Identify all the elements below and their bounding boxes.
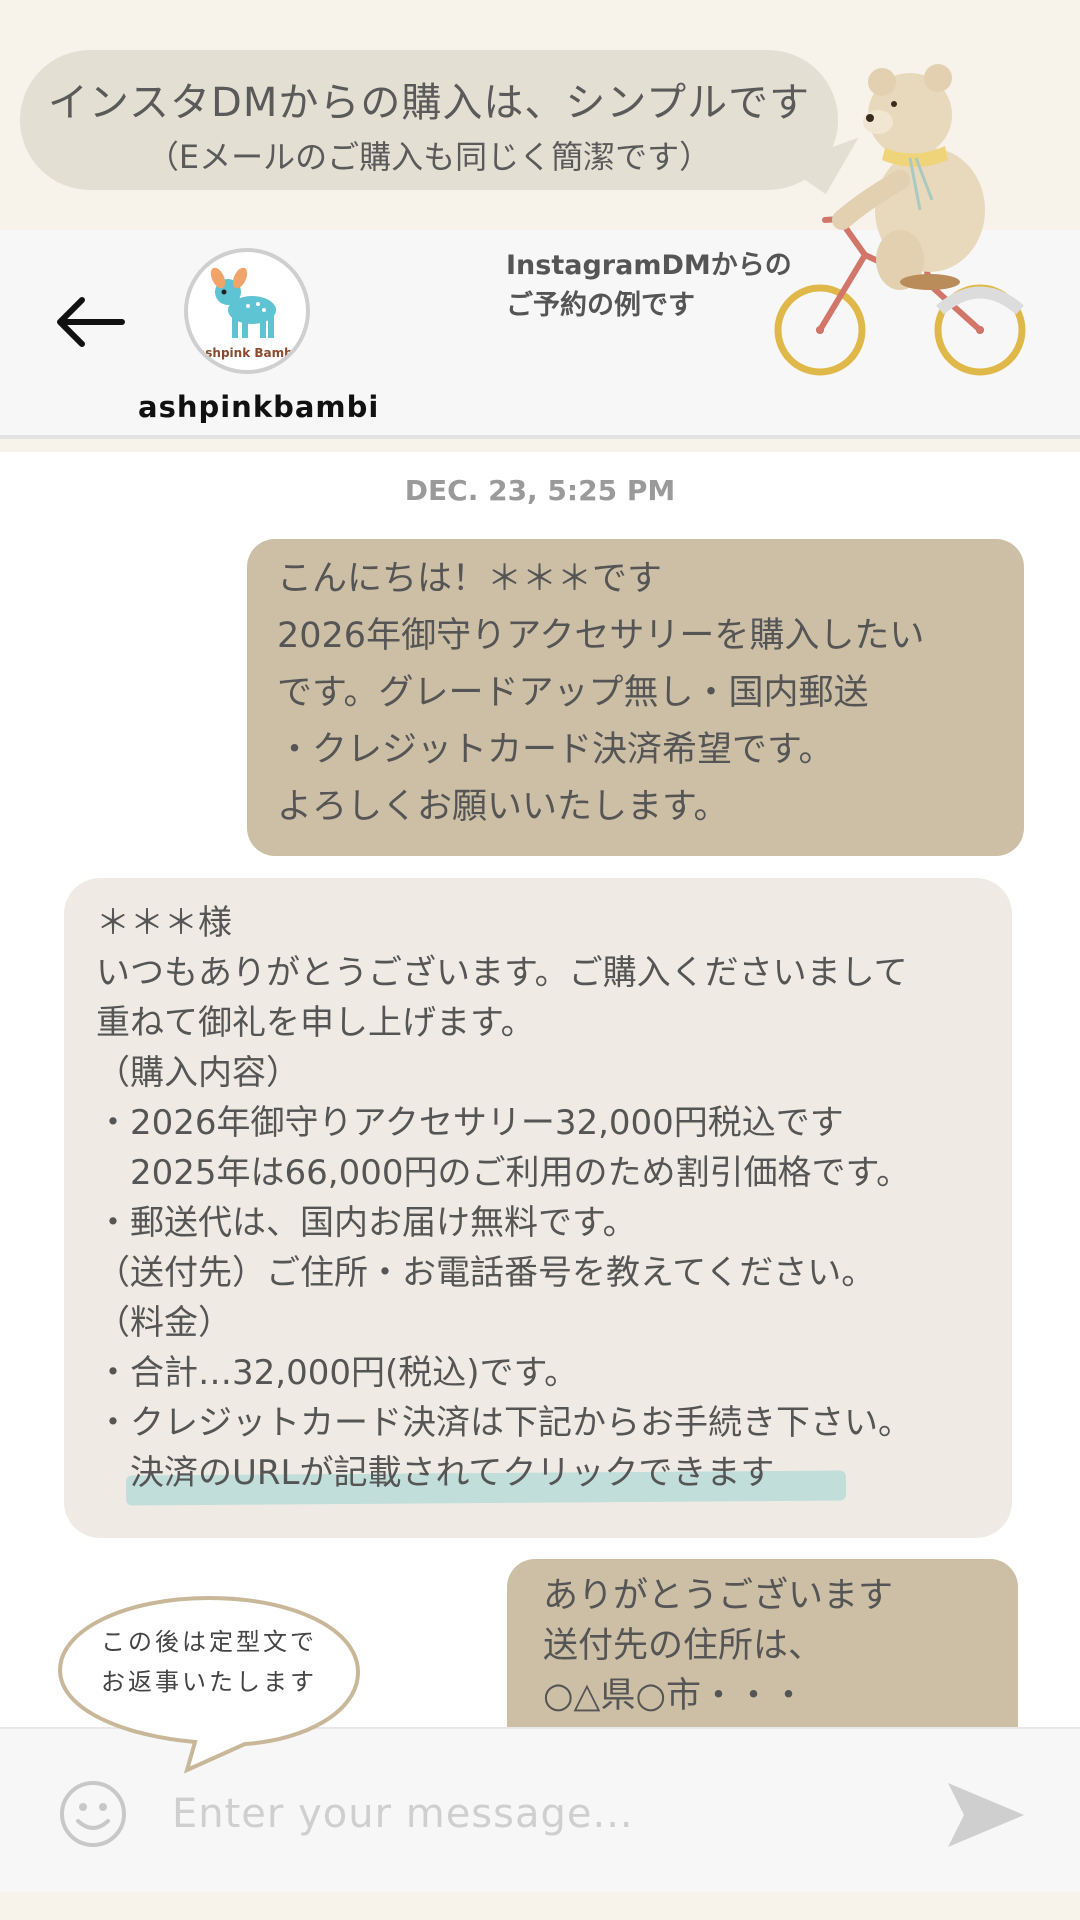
headline-subtext: （Eメールのご購入も同じく簡潔です） [146, 138, 712, 176]
example-note-line1: InstagramDMからの [506, 250, 792, 281]
bottom-strip [0, 1892, 1080, 1920]
headline-bubble: インスタDMからの購入は、シンプルです （Eメールのご購入も同じく簡潔です） [20, 50, 838, 190]
message-text: ありがとうございます 送付先の住所は、 ○△県○市・・・ [543, 1576, 894, 1716]
chat-thread[interactable]: DEC. 23, 5:25 PM こんにちは！＊＊＊です 2026年御守りアクセ… [0, 452, 1080, 1727]
username[interactable]: ashpinkbambi [138, 390, 379, 424]
avatar[interactable]: ashpink Bambi [184, 248, 310, 374]
avatar-caption: ashpink Bambi [197, 346, 297, 360]
back-arrow-icon[interactable] [52, 292, 132, 352]
message-timestamp: DEC. 23, 5:25 PM [404, 474, 676, 507]
teddy-bear-bicycle-illustration [774, 64, 1026, 376]
sent-message[interactable]: こんにちは！＊＊＊です 2026年御守りアクセサリーを購入したい です。グレード… [247, 539, 1024, 856]
sent-message[interactable]: ありがとうございます 送付先の住所は、 ○△県○市・・・ [507, 1559, 1018, 1727]
headline-text: インスタDMからの購入は、シンプルです [47, 80, 811, 126]
annotation-text: この後は定型文で お返事いたします [101, 1628, 317, 1696]
send-icon[interactable] [944, 1779, 1026, 1851]
message-text: ＊＊＊様 いつもありがとうございます。ご購入くださいまして 重ねて御礼を申し上げ… [96, 903, 912, 1493]
smiley-icon[interactable] [58, 1779, 128, 1849]
message-input[interactable] [170, 1777, 894, 1851]
message-text: こんにちは！＊＊＊です 2026年御守りアクセサリーを購入したい です。グレード… [277, 559, 925, 827]
example-note-line2: ご予約の例です [506, 290, 695, 321]
annotation-speech-bubble: この後は定型文で お返事いたします [55, 1590, 363, 1774]
example-note: InstagramDMからの ご予約の例です [506, 246, 792, 326]
received-message[interactable]: ＊＊＊様 いつもありがとうございます。ご購入くださいまして 重ねて御礼を申し上げ… [64, 878, 1012, 1538]
